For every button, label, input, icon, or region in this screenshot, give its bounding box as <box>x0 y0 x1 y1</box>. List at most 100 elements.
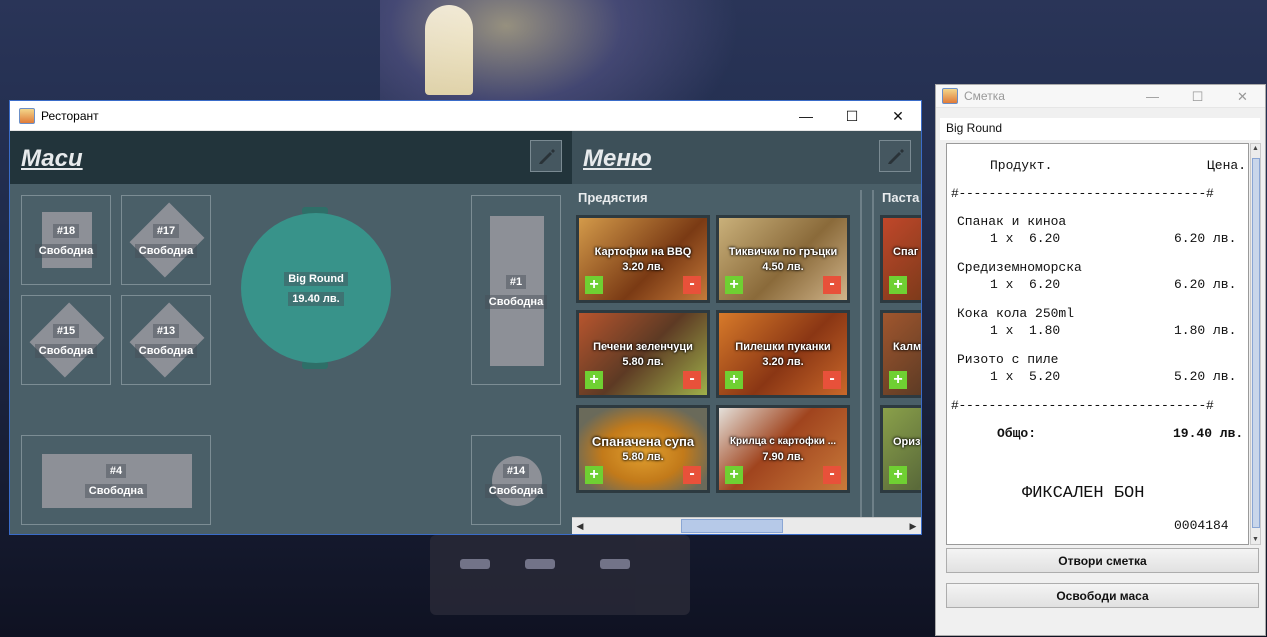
tables-pane: Маси #18 Свободна #17 Свободна #15 Свобо… <box>10 131 572 534</box>
add-item-button[interactable]: + <box>585 276 603 294</box>
table-status: Свободна <box>22 484 210 498</box>
background-lamp <box>425 5 473 95</box>
background-bus <box>430 535 690 615</box>
receipt-item-qty: 1 x 5.20 <box>990 369 1061 384</box>
item-price: 7.90 лв. <box>762 451 804 463</box>
close-button[interactable]: ✕ <box>875 101 921 131</box>
table-17[interactable]: #17 Свободна <box>121 195 211 285</box>
receipt-item-name: Ризото с пиле <box>957 352 1059 367</box>
restaurant-titlebar: Ресторант — ☐ ✕ <box>10 101 921 131</box>
item-price: 3.20 лв. <box>622 261 664 273</box>
remove-item-button[interactable]: - <box>683 466 701 484</box>
pencil-icon <box>888 149 904 164</box>
table-18[interactable]: #18 Свободна <box>21 195 111 285</box>
scroll-thumb[interactable] <box>681 519 783 533</box>
table-big-round[interactable]: Big Round 19.40 лв. <box>241 213 391 363</box>
scroll-thumb[interactable] <box>1252 158 1260 528</box>
menu-header: Меню <box>572 131 921 184</box>
restaurant-window: Ресторант — ☐ ✕ Маси #18 Свободна #17 Св… <box>9 100 922 535</box>
remove-item-button[interactable]: - <box>823 466 841 484</box>
bill-titlebar: Сметка — ☐ ✕ <box>936 85 1265 108</box>
bill-table-name: Big Round <box>940 118 1260 140</box>
item-price: 5.80 лв. <box>622 451 664 463</box>
menu-item[interactable]: Картофки на BBQ 3.20 лв. + - <box>576 215 710 303</box>
table-shape <box>490 216 544 366</box>
table-status: Свободна <box>472 484 560 498</box>
item-price: 3.20 лв. <box>762 356 804 368</box>
receipt-item-sum: 6.20 лв. <box>1174 277 1237 292</box>
table-shape <box>42 454 192 508</box>
scroll-left-arrow[interactable]: ◀ <box>572 518 588 534</box>
scroll-right-arrow[interactable]: ▶ <box>905 518 921 534</box>
add-item-button[interactable]: + <box>889 276 907 294</box>
remove-item-button[interactable]: - <box>683 371 701 389</box>
item-name: Спаг <box>893 246 919 258</box>
bill-window: Сметка — ☐ ✕ Big Round Продукт. Цена. #-… <box>935 84 1266 636</box>
add-item-button[interactable]: + <box>585 466 603 484</box>
menu-scroll-area: Предястия Картофки на BBQ 3.20 лв. + - Т… <box>572 184 921 517</box>
add-item-button[interactable]: + <box>889 466 907 484</box>
receipt-header-product: Продукт. <box>990 158 1053 173</box>
menu-item[interactable]: Печени зеленчуци 5.80 лв. + - <box>576 310 710 398</box>
close-button[interactable]: ✕ <box>1220 85 1265 108</box>
tables-header: Маси <box>10 131 572 184</box>
maximize-button[interactable]: ☐ <box>829 101 875 131</box>
table-15[interactable]: #15 Свободна <box>21 295 111 385</box>
item-name: Тиквички по гръцки <box>728 246 838 258</box>
scroll-up-arrow[interactable]: ▲ <box>1251 145 1260 152</box>
remove-item-button[interactable]: - <box>823 276 841 294</box>
table-number: #15 <box>22 324 110 338</box>
item-name: Картофки на BBQ <box>594 246 692 258</box>
maximize-button: ☐ <box>1191 88 1204 104</box>
table-number: #13 <box>122 324 210 338</box>
free-table-button[interactable]: Освободи маса <box>946 583 1259 608</box>
java-icon <box>942 88 958 104</box>
menu-item[interactable]: Ориз + <box>880 405 921 493</box>
menu-horizontal-scrollbar[interactable]: ◀ ▶ <box>572 517 921 534</box>
item-price: 5.80 лв. <box>622 356 664 368</box>
category-pasta: Паста Спаг + Калм + Ориз + <box>872 190 921 517</box>
table-number: #14 <box>472 464 560 478</box>
edit-menu-button[interactable] <box>879 140 911 172</box>
menu-item[interactable]: Спаначена супа 5.80 лв. + - <box>576 405 710 493</box>
scroll-down-arrow[interactable]: ▼ <box>1251 536 1260 543</box>
minimize-button[interactable]: — <box>783 101 829 131</box>
add-item-button[interactable]: + <box>725 276 743 294</box>
receipt-vertical-scrollbar[interactable]: ▲ ▼ <box>1250 143 1261 545</box>
table-status: Свободна <box>22 244 110 258</box>
menu-item[interactable]: Крилца с картофки ... 7.90 лв. + - <box>716 405 850 493</box>
minimize-button[interactable]: — <box>1130 85 1175 108</box>
receipt-fiscal-label: ФИКСАЛЕН БОН <box>1022 484 1145 503</box>
add-item-button[interactable]: + <box>725 466 743 484</box>
remove-item-button[interactable]: - <box>823 371 841 389</box>
bill-window-title: Сметка <box>964 89 1005 103</box>
add-item-button[interactable]: + <box>889 371 907 389</box>
table-14[interactable]: #14 Свободна <box>471 435 561 525</box>
table-shape <box>29 302 105 378</box>
add-item-button[interactable]: + <box>585 371 603 389</box>
item-name: Крилца с картофки ... <box>729 436 837 447</box>
add-item-button[interactable]: + <box>725 371 743 389</box>
receipt-item-name: Средиземноморска <box>957 260 1082 275</box>
table-13[interactable]: #13 Свободна <box>121 295 211 385</box>
menu-item[interactable]: Пилешки пуканки 3.20 лв. + - <box>716 310 850 398</box>
edit-tables-button[interactable] <box>530 140 562 172</box>
receipt-item-qty: 1 x 6.20 <box>990 231 1061 246</box>
table-number: #1 <box>472 275 560 289</box>
table-1[interactable]: #1 Свободна <box>471 195 561 385</box>
table-number: #4 <box>22 464 210 478</box>
receipt-item-sum: 5.20 лв. <box>1174 369 1237 384</box>
java-icon <box>19 107 35 124</box>
receipt-separator: #---------------------------------# <box>951 186 1214 201</box>
tables-title: Маси <box>21 145 83 172</box>
table-4[interactable]: #4 Свободна <box>21 435 211 525</box>
receipt-total-value: 19.40 лв. <box>1173 426 1244 441</box>
menu-item[interactable]: Спаг + <box>880 215 921 303</box>
menu-item[interactable]: Калм + <box>880 310 921 398</box>
item-name: Калм <box>893 341 921 353</box>
menu-item[interactable]: Тиквички по гръцки 4.50 лв. + - <box>716 215 850 303</box>
remove-item-button[interactable]: - <box>683 276 701 294</box>
receipt-total-label: Общо: <box>997 426 1037 441</box>
receipt-item-qty: 1 x 1.80 <box>990 323 1061 338</box>
open-bill-button[interactable]: Отвори сметка <box>946 548 1259 573</box>
